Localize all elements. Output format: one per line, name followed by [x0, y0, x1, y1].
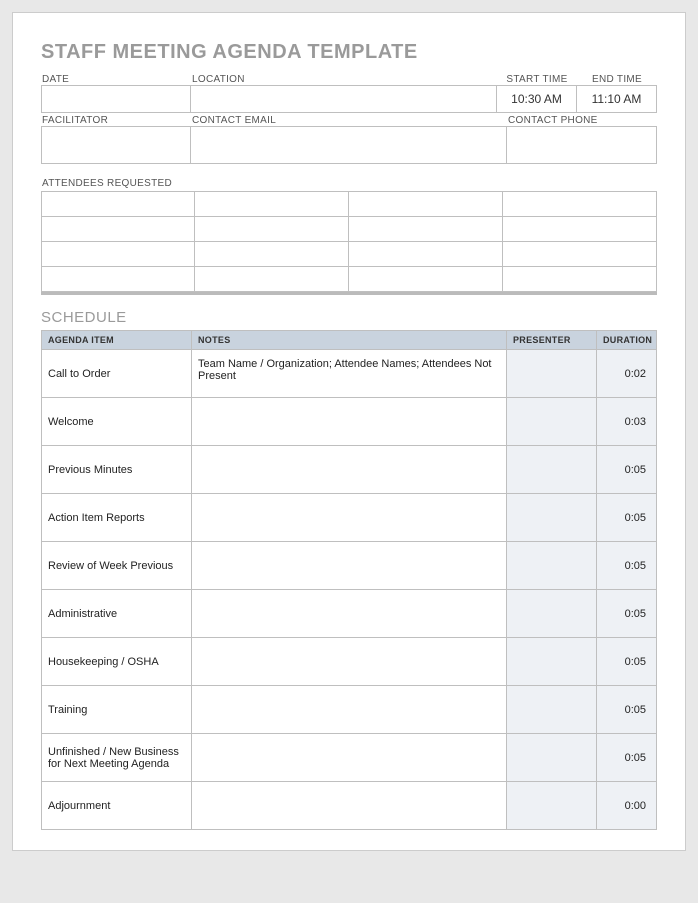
attendees-grid [41, 192, 657, 295]
notes-cell[interactable] [192, 782, 507, 830]
table-row: Call to OrderTeam Name / Organization; A… [42, 350, 657, 398]
attendee-cell[interactable] [502, 266, 657, 292]
notes-cell[interactable] [192, 734, 507, 782]
presenter-cell[interactable] [507, 638, 597, 686]
table-row: Previous Minutes 0:05 [42, 446, 657, 494]
presenter-cell[interactable] [507, 542, 597, 590]
duration-cell[interactable]: 0:05 [597, 734, 657, 782]
duration-cell[interactable]: 0:05 [597, 686, 657, 734]
attendee-cell[interactable] [348, 241, 503, 267]
presenter-cell[interactable] [507, 686, 597, 734]
table-row: Action Item Reports 0:05 [42, 494, 657, 542]
attendee-cell[interactable] [194, 191, 349, 217]
agenda-item-cell[interactable]: Administrative [42, 590, 192, 638]
date-label: DATE [41, 72, 191, 86]
agenda-item-cell[interactable]: Welcome [42, 398, 192, 446]
attendee-cell[interactable] [502, 241, 657, 267]
table-row: Welcome 0:03 [42, 398, 657, 446]
start-time-label: START TIME [497, 72, 577, 86]
presenter-cell[interactable] [507, 590, 597, 638]
info-row1-labels: DATE LOCATION START TIME END TIME [41, 72, 657, 86]
notes-cell[interactable] [192, 638, 507, 686]
end-time-field[interactable]: 11:10 AM [576, 85, 657, 113]
agenda-item-cell[interactable]: Adjournment [42, 782, 192, 830]
end-time-label: END TIME [577, 72, 657, 86]
table-row: Unfinished / New Business for Next Meeti… [42, 734, 657, 782]
contact-phone-field[interactable] [506, 126, 657, 164]
duration-cell[interactable]: 0:05 [597, 542, 657, 590]
presenter-cell[interactable] [507, 782, 597, 830]
duration-cell[interactable]: 0:02 [597, 350, 657, 398]
agenda-item-cell[interactable]: Housekeeping / OSHA [42, 638, 192, 686]
agenda-item-cell[interactable]: Training [42, 686, 192, 734]
attendee-cell[interactable] [348, 216, 503, 242]
duration-cell[interactable]: 0:03 [597, 398, 657, 446]
agenda-item-cell[interactable]: Previous Minutes [42, 446, 192, 494]
notes-cell[interactable] [192, 590, 507, 638]
presenter-cell[interactable] [507, 398, 597, 446]
contact-email-label: CONTACT EMAIL [191, 113, 507, 127]
attendee-cell[interactable] [41, 266, 195, 292]
duration-cell[interactable]: 0:05 [597, 446, 657, 494]
location-field[interactable] [190, 85, 497, 113]
attendee-cell[interactable] [348, 191, 503, 217]
info-row1-values: 10:30 AM 11:10 AM [41, 86, 657, 113]
contact-email-field[interactable] [190, 126, 507, 164]
table-row: Adjournment 0:00 [42, 782, 657, 830]
page: STAFF MEETING AGENDA TEMPLATE DATE LOCAT… [12, 12, 686, 851]
attendee-cell[interactable] [502, 191, 657, 217]
notes-cell[interactable] [192, 398, 507, 446]
schedule-table: AGENDA ITEM NOTES PRESENTER DURATION Cal… [41, 330, 657, 830]
notes-cell[interactable] [192, 446, 507, 494]
notes-cell[interactable] [192, 494, 507, 542]
attendee-cell[interactable] [194, 216, 349, 242]
schedule-header-row: AGENDA ITEM NOTES PRESENTER DURATION [42, 331, 657, 350]
duration-cell[interactable]: 0:00 [597, 782, 657, 830]
notes-cell[interactable] [192, 542, 507, 590]
facilitator-label: FACILITATOR [41, 113, 191, 127]
attendee-cell[interactable] [41, 241, 195, 267]
schedule-heading: SCHEDULE [41, 309, 657, 326]
attendee-cell[interactable] [194, 266, 349, 292]
date-field[interactable] [41, 85, 191, 113]
location-label: LOCATION [191, 72, 497, 86]
header-duration: DURATION [597, 331, 657, 350]
presenter-cell[interactable] [507, 446, 597, 494]
agenda-item-cell[interactable]: Action Item Reports [42, 494, 192, 542]
presenter-cell[interactable] [507, 350, 597, 398]
duration-cell[interactable]: 0:05 [597, 638, 657, 686]
attendee-cell[interactable] [194, 241, 349, 267]
header-notes: NOTES [192, 331, 507, 350]
notes-cell[interactable] [192, 686, 507, 734]
attendees-label: ATTENDEES REQUESTED [41, 176, 657, 190]
info-row2-values [41, 127, 657, 164]
table-row: Administrative 0:05 [42, 590, 657, 638]
agenda-item-cell[interactable]: Unfinished / New Business for Next Meeti… [42, 734, 192, 782]
header-item: AGENDA ITEM [42, 331, 192, 350]
info-row2-labels: FACILITATOR CONTACT EMAIL CONTACT PHONE [41, 113, 657, 127]
notes-cell[interactable]: Team Name / Organization; Attendee Names… [192, 350, 507, 398]
table-row: Housekeeping / OSHA 0:05 [42, 638, 657, 686]
duration-cell[interactable]: 0:05 [597, 494, 657, 542]
start-time-field[interactable]: 10:30 AM [496, 85, 577, 113]
presenter-cell[interactable] [507, 734, 597, 782]
contact-phone-label: CONTACT PHONE [507, 113, 657, 127]
attendee-cell[interactable] [41, 191, 195, 217]
header-presenter: PRESENTER [507, 331, 597, 350]
agenda-item-cell[interactable]: Review of Week Previous [42, 542, 192, 590]
attendee-cell[interactable] [41, 216, 195, 242]
table-row: Training 0:05 [42, 686, 657, 734]
page-title: STAFF MEETING AGENDA TEMPLATE [41, 41, 657, 64]
agenda-item-cell[interactable]: Call to Order [42, 350, 192, 398]
duration-cell[interactable]: 0:05 [597, 590, 657, 638]
presenter-cell[interactable] [507, 494, 597, 542]
attendee-cell[interactable] [502, 216, 657, 242]
attendee-cell[interactable] [348, 266, 503, 292]
facilitator-field[interactable] [41, 126, 191, 164]
table-row: Review of Week Previous 0:05 [42, 542, 657, 590]
